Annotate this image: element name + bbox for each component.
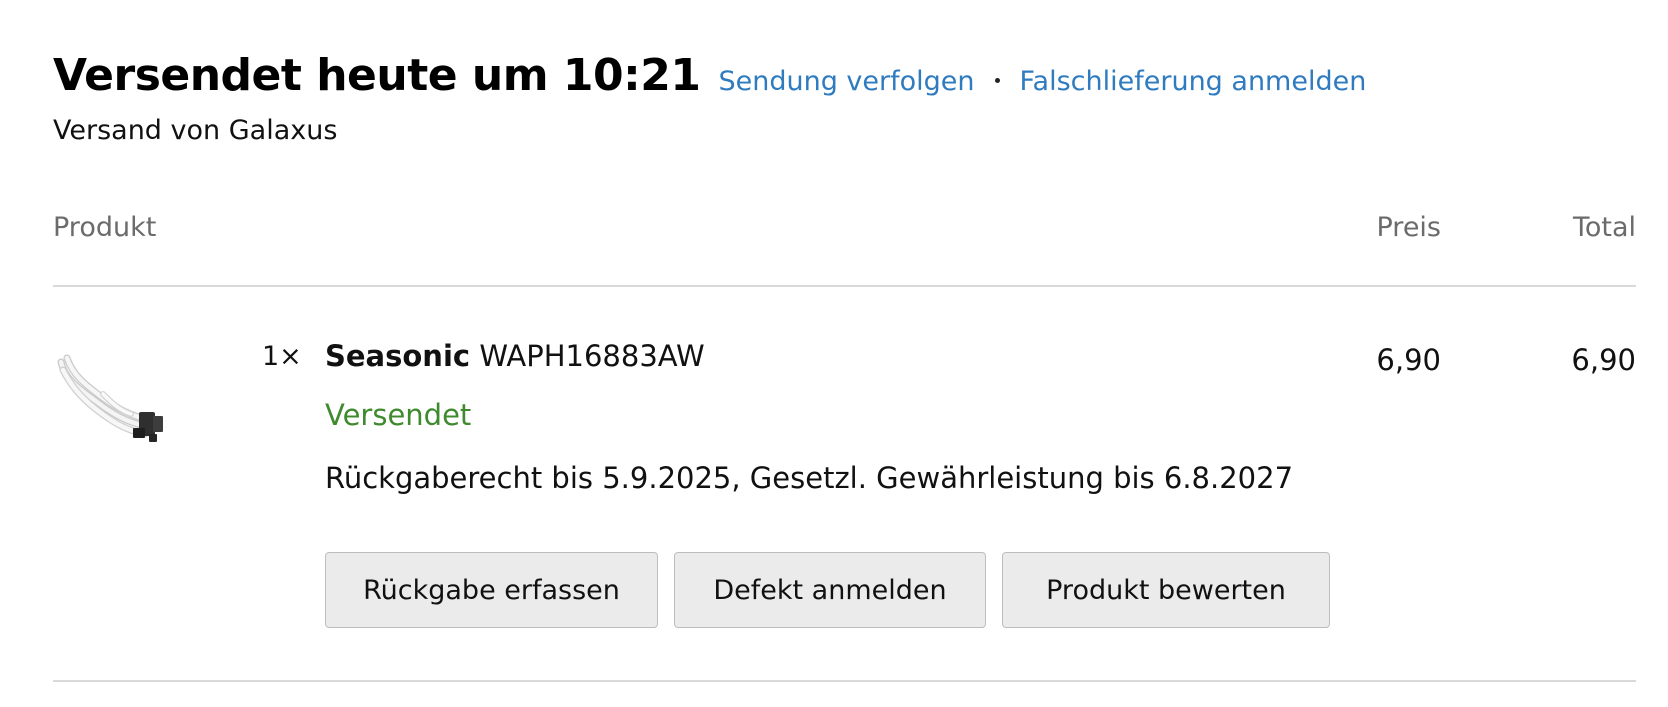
product-brand[interactable]: Seasonic bbox=[325, 339, 470, 373]
track-shipment-link[interactable]: Sendung verfolgen bbox=[718, 66, 974, 97]
item-quantity: 1× bbox=[262, 341, 302, 372]
column-header-total: Total bbox=[1572, 212, 1636, 243]
shipment-header: Versendet heute um 10:21 Sendung verfolg… bbox=[53, 50, 1366, 101]
shipper-text: Versand von Galaxus bbox=[53, 115, 338, 146]
column-header-product: Produkt bbox=[53, 212, 157, 243]
separator-dot bbox=[994, 78, 1000, 83]
report-wrong-delivery-link[interactable]: Falschlieferung anmelden bbox=[1020, 66, 1367, 97]
register-return-button[interactable]: Rückgabe erfassen bbox=[325, 552, 658, 628]
shipment-title: Versendet heute um 10:21 bbox=[53, 50, 701, 101]
item-total: 6,90 bbox=[1571, 343, 1636, 377]
table-divider-top bbox=[53, 285, 1636, 287]
item-status: Versendet bbox=[325, 398, 472, 432]
item-actions: Rückgabe erfassen Defekt anmelden Produk… bbox=[325, 552, 1330, 628]
item-price: 6,90 bbox=[1376, 343, 1441, 377]
order-shipment-panel: Versendet heute um 10:21 Sendung verfolg… bbox=[53, 0, 1636, 707]
product-model[interactable]: WAPH16883AW bbox=[479, 339, 704, 373]
report-defect-button[interactable]: Defekt anmelden bbox=[674, 552, 986, 628]
table-divider-bottom bbox=[53, 680, 1636, 682]
cable-product-image[interactable] bbox=[53, 350, 177, 450]
product-name[interactable]: Seasonic WAPH16883AW bbox=[325, 339, 705, 373]
return-warranty-info: Rückgaberecht bis 5.9.2025, Gesetzl. Gew… bbox=[325, 461, 1294, 495]
review-product-button[interactable]: Produkt bewerten bbox=[1002, 552, 1330, 628]
cable-icon bbox=[57, 354, 163, 442]
column-header-price: Preis bbox=[1376, 212, 1442, 243]
